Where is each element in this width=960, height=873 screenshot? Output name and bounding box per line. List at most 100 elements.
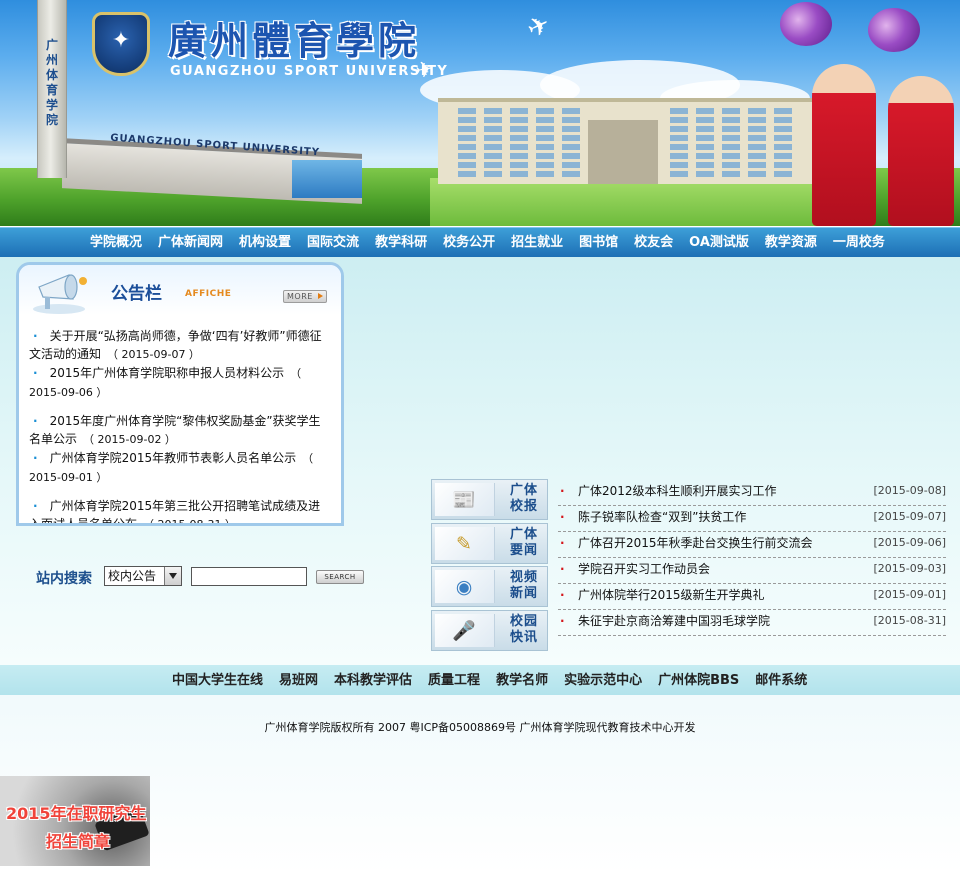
nav-item-news-network[interactable]: 广体新闻网 (150, 228, 231, 258)
main-nav: 学院概况 广体新闻网 机构设置 国际交流 教学科研 校务公开 招生就业 图书馆 … (0, 227, 960, 257)
news-date: [2015-09-07] (873, 510, 946, 523)
link-bbs[interactable]: 广州体院BBS (650, 665, 747, 697)
bullet-icon: · (560, 562, 565, 576)
tab-label-line2: 要闻 (509, 543, 538, 558)
news-title[interactable]: 学院召开实习工作动员会 (578, 558, 710, 580)
document-icon: ✎ (456, 533, 472, 555)
bullet-icon: · (33, 366, 38, 380)
nav-item-weekly[interactable]: 一周校务 (825, 228, 893, 258)
nav-item-admissions[interactable]: 招生就业 (503, 228, 571, 258)
nav-item-library[interactable]: 图书馆 (571, 228, 626, 258)
notice-item[interactable]: · 关于开展“弘扬高尚师德，争做‘四有’好教师”师德征文活动的通知（ 2015-0… (29, 327, 325, 364)
news-row[interactable]: · 广体召开2015年秋季赴台交换生行前交流会 [2015-09-06] (558, 532, 946, 558)
news-title[interactable]: 广体2012级本科生顺利开展实习工作 (578, 480, 777, 502)
tab-school-paper[interactable]: 📰 广体 校报 (431, 479, 548, 520)
notice-item-date: （ 2015-09-02 ） (83, 433, 176, 446)
seagull-icon: ✈ (522, 8, 556, 46)
notice-item[interactable]: · 广州体育学院2015年第三批公开招聘笔试成绩及进入面试人员名单公布（ 2015… (29, 497, 325, 526)
news-row[interactable]: · 学院召开实习工作动员会 [2015-09-03] (558, 558, 946, 584)
notice-item-date: （ 2015-09-07 ） (107, 348, 200, 361)
flower-bouquet-decoration (868, 8, 920, 52)
tab-thumbnail: 🎤 (435, 614, 495, 647)
newspaper-icon: 📰 (452, 489, 476, 511)
search-button[interactable]: SEARCH (316, 570, 364, 584)
bullet-icon: · (33, 329, 38, 343)
news-row[interactable]: · 陈子锐率队检查“双到”扶贫工作 [2015-09-07] (558, 506, 946, 532)
link-quality-project[interactable]: 质量工程 (420, 665, 488, 697)
notice-item-text[interactable]: 2015年广州体育学院职称申报人员材料公示 (50, 366, 285, 380)
notice-item-text[interactable]: 广州体育学院2015年教师节表彰人员名单公示 (50, 451, 297, 465)
university-english-name: GUANGZHOU SPORT UNIVERSITY (170, 64, 449, 79)
tab-label-line2: 新闻 (509, 586, 538, 601)
site-search: 站内搜索 校内公告 SEARCH (36, 566, 376, 588)
news-title[interactable]: 广体召开2015年秋季赴台交换生行前交流会 (578, 532, 813, 554)
university-emblem-icon: ✦ (92, 12, 150, 76)
link-china-student-online[interactable]: 中国大学生在线 (164, 665, 271, 697)
nav-item-resources[interactable]: 教学资源 (757, 228, 825, 258)
tab-campus-flash[interactable]: 🎤 校园 快讯 (431, 610, 548, 651)
tab-label-line1: 广体 (509, 483, 538, 498)
news-row[interactable]: · 广州体院举行2015级新生开学典礼 [2015-09-01] (558, 584, 946, 610)
ad-line1: 2015年在职研究生 (6, 804, 147, 823)
search-label: 站内搜索 (36, 571, 92, 587)
tower-text: 广州体育学院 (45, 38, 58, 127)
bullet-icon: · (560, 614, 565, 628)
graduate-admission-ad[interactable]: 2015年在职研究生 招生简章 (0, 776, 150, 866)
tab-label-line2: 校报 (509, 499, 538, 514)
link-yiban[interactable]: 易班网 (271, 665, 326, 697)
notice-item-date: （ 2015-08-31 ） (143, 518, 236, 526)
notice-item[interactable]: · 2015年度广州体育学院“黎伟权奖励基金”获奖学生名单公示（ 2015-09-… (29, 412, 325, 449)
news-date: [2015-09-08] (873, 484, 946, 497)
link-famous-teachers[interactable]: 教学名师 (488, 665, 556, 697)
nav-item-international[interactable]: 国际交流 (299, 228, 367, 258)
tab-thumbnail: 📰 (435, 483, 495, 516)
notice-subtitle: AFFICHE (185, 289, 232, 299)
copyright-text: 广州体育学院版权所有 2007 粤ICP备05008869号 广州体育学院现代教… (264, 721, 696, 734)
notice-item[interactable]: · 广州体育学院2015年教师节表彰人员名单公示（ 2015-09-01 ） (29, 449, 325, 487)
flower-bouquet-decoration (780, 2, 832, 46)
tab-video-news[interactable]: ◉ 视频 新闻 (431, 566, 548, 607)
nav-item-organization[interactable]: 机构设置 (231, 228, 299, 258)
nav-item-alumni[interactable]: 校友会 (626, 228, 681, 258)
news-list: · 广体2012级本科生顺利开展实习工作 [2015-09-08] · 陈子锐率… (558, 480, 946, 636)
news-title[interactable]: 广州体院举行2015级新生开学典礼 (578, 584, 765, 606)
seagull-icon: ✈ (413, 56, 437, 85)
news-date: [2015-09-06] (873, 536, 946, 549)
search-scope-select[interactable]: 校内公告 (104, 566, 182, 586)
search-input[interactable] (191, 567, 307, 586)
tab-label-line2: 快讯 (509, 630, 538, 645)
bullet-icon: · (33, 499, 38, 513)
notice-more-button[interactable]: MORE (283, 290, 327, 303)
tab-label-line1: 视频 (509, 570, 538, 585)
tab-label-line1: 校园 (509, 614, 538, 629)
athlete-image (812, 64, 876, 226)
notice-title: 公告栏 (111, 284, 162, 304)
news-date: [2015-09-03] (873, 562, 946, 575)
link-lab-center[interactable]: 实验示范中心 (556, 665, 650, 697)
bullet-icon: · (33, 451, 38, 465)
campus-building-image (438, 98, 818, 184)
tab-key-news[interactable]: ✎ 广体 要闻 (431, 523, 548, 564)
quick-links-bar: 中国大学生在线 易班网 本科教学评估 质量工程 教学名师 实验示范中心 广州体院… (0, 665, 960, 695)
news-date: [2015-08-31] (873, 614, 946, 627)
nav-item-about[interactable]: 学院概况 (82, 228, 150, 258)
notice-list: · 关于开展“弘扬高尚师德，争做‘四有’好教师”师德征文活动的通知（ 2015-0… (29, 327, 325, 526)
nav-item-affairs[interactable]: 校务公开 (435, 228, 503, 258)
nav-item-oa[interactable]: OA测试版 (681, 228, 757, 258)
chevron-down-icon[interactable] (164, 567, 181, 585)
athlete-image (888, 76, 954, 226)
tab-thumbnail: ◉ (435, 570, 495, 603)
link-mail[interactable]: 邮件系统 (747, 665, 815, 697)
header-banner: GUANGZHOU SPORT UNIVERSITY 广州体育学院 ✦ 廣州體育… (0, 0, 960, 226)
nav-item-research[interactable]: 教学科研 (367, 228, 435, 258)
megaphone-icon (33, 274, 87, 314)
news-title[interactable]: 陈子锐率队检查“双到”扶贫工作 (578, 506, 746, 528)
gate-glass-decoration (292, 160, 362, 198)
news-title[interactable]: 朱征宇赴京商洽筹建中国羽毛球学院 (578, 610, 770, 632)
tab-thumbnail: ✎ (435, 527, 495, 560)
news-row[interactable]: · 朱征宇赴京商洽筹建中国羽毛球学院 [2015-08-31] (558, 610, 946, 636)
link-teaching-evaluation[interactable]: 本科教学评估 (326, 665, 420, 697)
news-row[interactable]: · 广体2012级本科生顺利开展实习工作 [2015-09-08] (558, 480, 946, 506)
bullet-icon: · (33, 414, 38, 428)
notice-item[interactable]: · 2015年广州体育学院职称申报人员材料公示（ 2015-09-06 ） (29, 364, 325, 402)
